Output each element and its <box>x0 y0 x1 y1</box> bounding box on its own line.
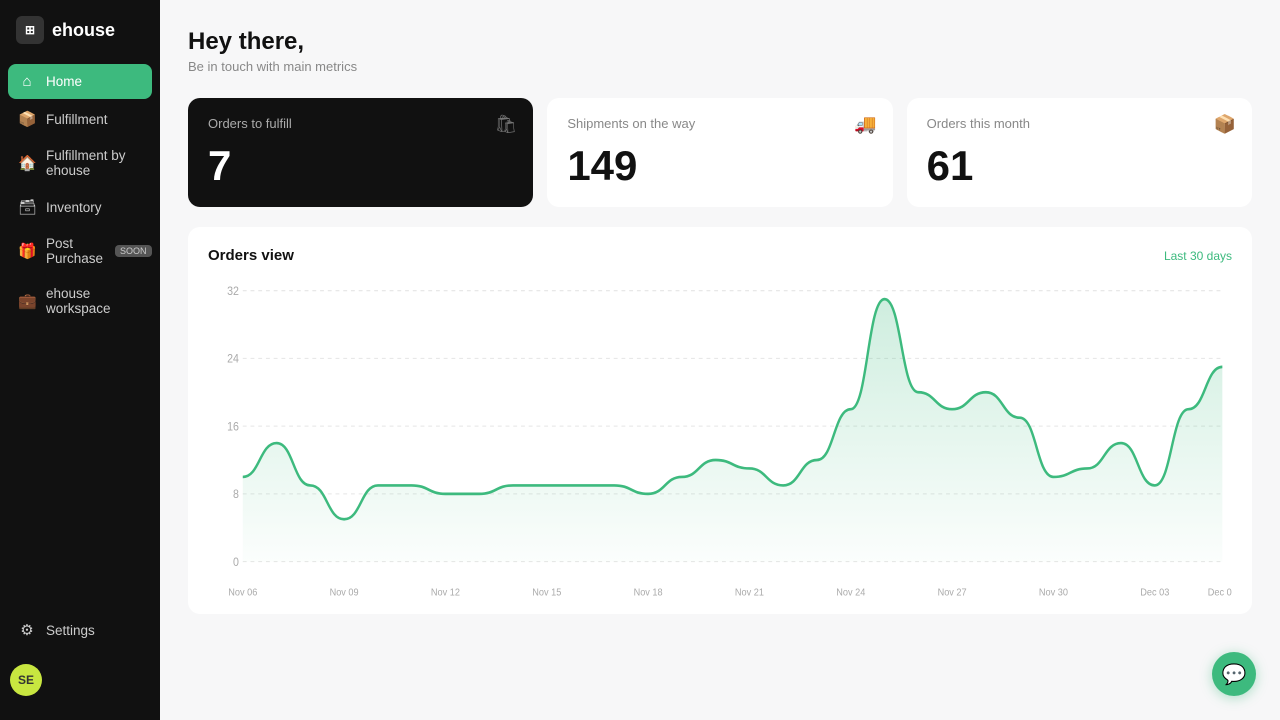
logo-icon: ⊞ <box>16 16 44 44</box>
metric-icon-orders-to-fulfill: 🛍 <box>494 114 517 135</box>
orders-chart: 0 8 16 24 32 Nov 06 Nov 09 Nov 12 Nov 15 Nov 18 No… <box>208 280 1232 600</box>
page-header: Hey there, Be in touch with main metrics <box>188 28 1252 74</box>
y-label: 16 <box>227 421 239 434</box>
sidebar-label-fulfillment: Fulfillment <box>46 112 108 127</box>
chart-wrap: 0 8 16 24 32 Nov 06 Nov 09 Nov 12 Nov 15 Nov 18 No… <box>208 280 1232 600</box>
badge-post-purchase: SOON <box>115 245 152 257</box>
x-label: Nov 24 <box>836 587 866 599</box>
sidebar-label-inventory: Inventory <box>46 200 102 215</box>
y-label: 24 <box>227 353 239 366</box>
x-label: Nov 30 <box>1039 587 1068 599</box>
home-icon: ⌂ <box>18 73 36 90</box>
x-label: Nov 21 <box>735 587 764 599</box>
metric-card-shipments-on-way: Shipments on the way 149 🚚 <box>547 98 892 207</box>
ehouse-workspace-icon: 💼 <box>18 292 36 310</box>
metric-value-orders-this-month: 61 <box>927 145 1232 187</box>
y-label: 32 <box>227 285 239 298</box>
sidebar-item-fulfillment[interactable]: 📦 Fulfillment <box>8 101 152 137</box>
y-label: 0 <box>233 556 239 569</box>
sidebar-item-ehouse-workspace[interactable]: 💼 ehouse workspace <box>8 277 152 325</box>
x-label: Nov 06 <box>228 587 257 599</box>
metric-icon-shipments-on-way: 🚚 <box>854 114 876 135</box>
x-label: Nov 09 <box>330 587 359 599</box>
sidebar-item-fulfillment-by-ehouse[interactable]: 🏠 Fulfillment by ehouse <box>8 139 152 187</box>
sidebar-label-settings: Settings <box>46 623 95 638</box>
metric-cards: Orders to fulfill 7 🛍 Shipments on the w… <box>188 98 1252 207</box>
x-label: Nov 18 <box>634 587 663 599</box>
sidebar-label-post-purchase: Post Purchase <box>46 236 103 266</box>
brand-logo: ⊞ ehouse <box>0 16 160 64</box>
sidebar-label-fulfillment-by-ehouse: Fulfillment by ehouse <box>46 148 142 178</box>
page-subtitle: Be in touch with main metrics <box>188 59 1252 74</box>
sidebar-nav: ⌂ Home 📦 Fulfillment 🏠 Fulfillment by eh… <box>0 64 160 612</box>
chart-title: Orders view <box>208 247 294 264</box>
post-purchase-icon: 🎁 <box>18 242 36 260</box>
main-content: Hey there, Be in touch with main metrics… <box>160 0 1280 720</box>
fulfillment-icon: 📦 <box>18 110 36 128</box>
metric-value-shipments-on-way: 149 <box>567 145 872 187</box>
sidebar-item-inventory[interactable]: 🗃 Inventory <box>8 189 152 225</box>
chart-period[interactable]: Last 30 days <box>1164 249 1232 263</box>
metric-label-orders-this-month: Orders this month <box>927 116 1232 131</box>
metric-icon-orders-this-month: 📦 <box>1214 114 1236 135</box>
chart-header: Orders view Last 30 days <box>208 247 1232 264</box>
sidebar-label-ehouse-workspace: ehouse workspace <box>46 286 142 316</box>
metric-card-orders-to-fulfill: Orders to fulfill 7 🛍 <box>188 98 533 207</box>
fulfillment-by-ehouse-icon: 🏠 <box>18 154 36 172</box>
sidebar-label-home: Home <box>46 74 82 89</box>
x-label: Nov 12 <box>431 587 460 599</box>
metric-label-orders-to-fulfill: Orders to fulfill <box>208 116 513 131</box>
page-title: Hey there, <box>188 28 1252 56</box>
settings-icon: ⚙ <box>18 621 36 639</box>
metric-label-shipments-on-way: Shipments on the way <box>567 116 872 131</box>
sidebar: ⊞ ehouse ⌂ Home 📦 Fulfillment 🏠 Fulfillm… <box>0 0 160 720</box>
metric-card-orders-this-month: Orders this month 61 📦 <box>907 98 1252 207</box>
chart-container: Orders view Last 30 days 0 8 16 24 32 Nov 06 N… <box>188 227 1252 614</box>
chat-button[interactable]: 💬 <box>1212 652 1256 696</box>
user-avatar[interactable]: SE <box>10 664 42 696</box>
sidebar-item-home[interactable]: ⌂ Home <box>8 64 152 99</box>
inventory-icon: 🗃 <box>18 198 36 216</box>
brand-name: ehouse <box>52 20 115 41</box>
x-label: Nov 15 <box>532 587 561 599</box>
sidebar-item-post-purchase[interactable]: 🎁 Post Purchase SOON <box>8 227 152 275</box>
sidebar-bottom: ⚙ Settings <box>0 612 160 656</box>
y-label: 8 <box>233 489 239 502</box>
sidebar-item-settings[interactable]: ⚙ Settings <box>8 612 152 648</box>
metric-value-orders-to-fulfill: 7 <box>208 145 513 187</box>
x-label: Dec 06 <box>1208 587 1232 599</box>
chart-area <box>243 299 1223 561</box>
x-label: Dec 03 <box>1140 587 1169 599</box>
x-label: Nov 27 <box>938 587 967 599</box>
